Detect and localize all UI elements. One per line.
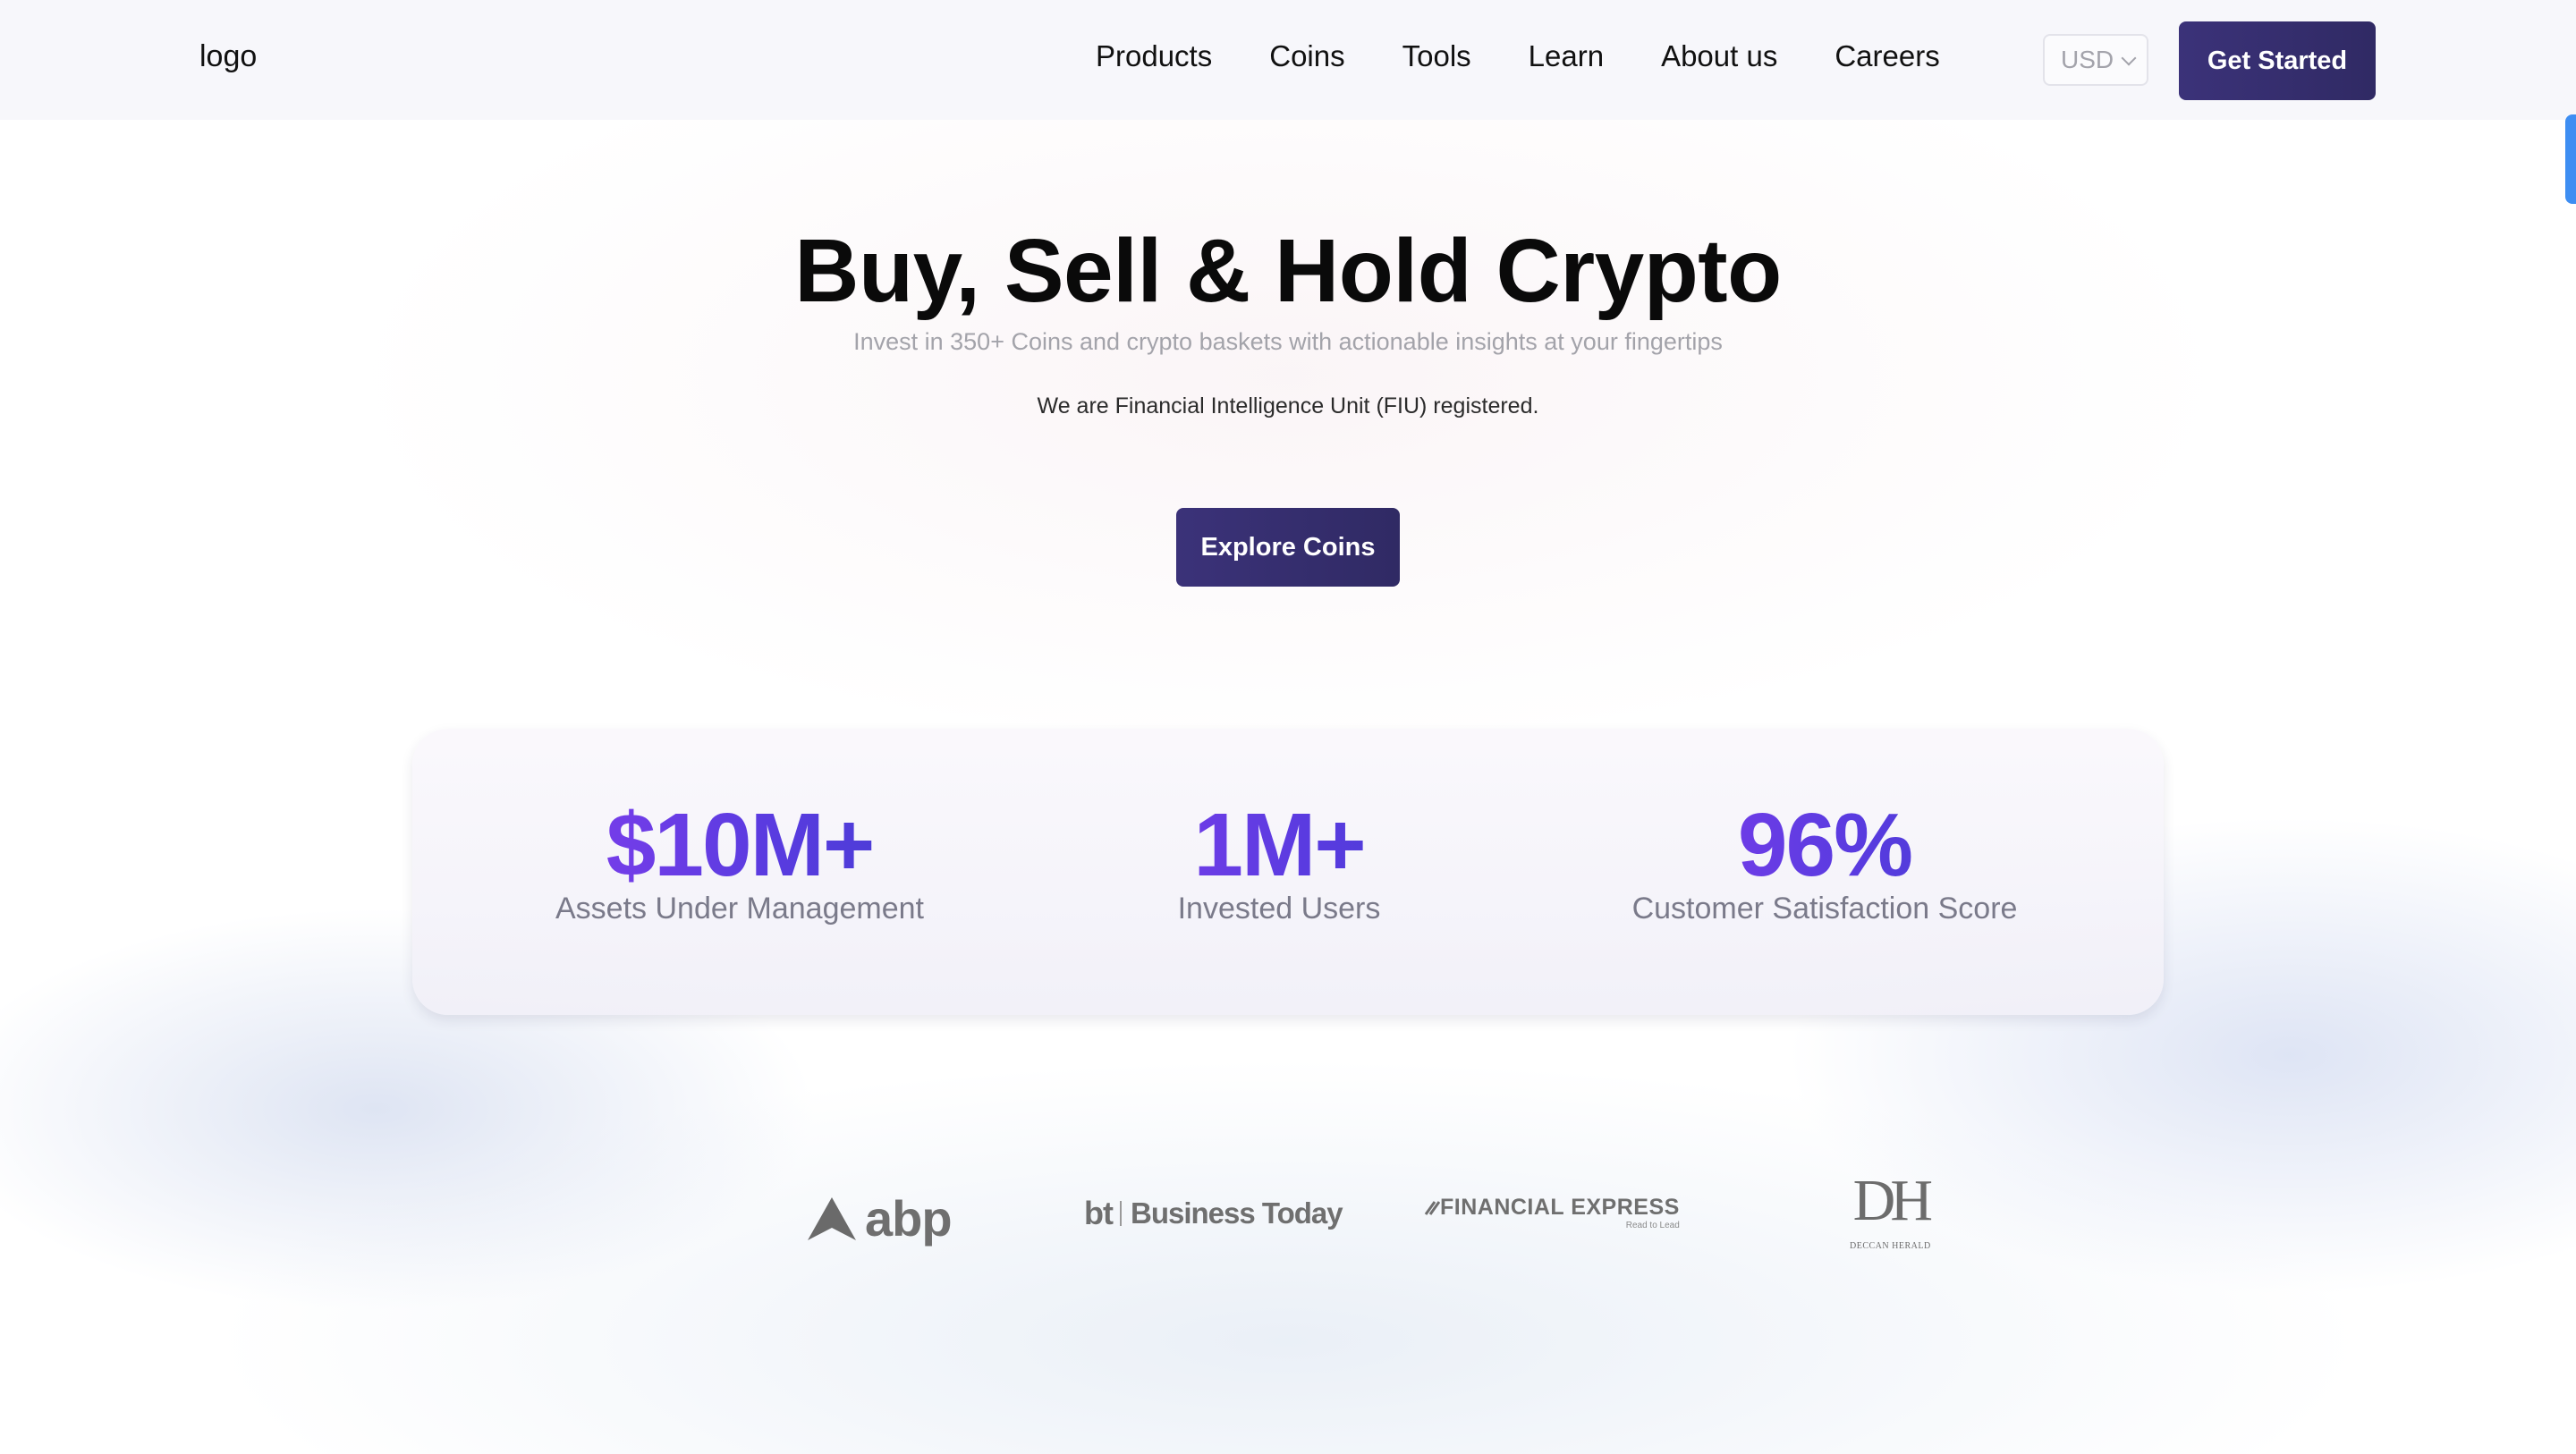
explore-coins-button[interactable]: Explore Coins bbox=[1176, 508, 1400, 587]
fe-slash-icon bbox=[1424, 1200, 1440, 1215]
stat-value: 1M+ bbox=[1011, 800, 1547, 890]
stat-label: Customer Satisfaction Score bbox=[1631, 892, 2018, 926]
currency-select[interactable]: USD bbox=[2043, 34, 2148, 86]
site-logo[interactable]: logo bbox=[199, 39, 257, 74]
dh-monogram: DH bbox=[1852, 1168, 1933, 1233]
abp-triangle-icon bbox=[808, 1196, 856, 1240]
registration-note: We are Financial Intelligence Unit (FIU)… bbox=[1037, 393, 1539, 418]
get-started-button[interactable]: Get Started bbox=[2179, 21, 2376, 100]
financial-express-logo: FINANCIAL EXPRESS Read to Lead bbox=[1424, 1195, 1680, 1230]
stat-satisfaction: 96% Customer Satisfaction Score bbox=[1556, 800, 2093, 926]
stat-assets: $10M+ Assets Under Management bbox=[471, 800, 1008, 926]
nav-link-learn[interactable]: Learn bbox=[1529, 39, 1604, 73]
nav-link-about-us[interactable]: About us bbox=[1661, 39, 1777, 73]
top-navbar: logo Products Coins Tools Learn About us… bbox=[0, 0, 2576, 120]
chevron-down-icon bbox=[2121, 50, 2137, 66]
stat-users: 1M+ Invested Users bbox=[1011, 800, 1547, 926]
stat-value: $10M+ bbox=[471, 800, 1008, 890]
stat-label: Assets Under Management bbox=[555, 892, 924, 926]
nav-link-coins[interactable]: Coins bbox=[1269, 39, 1344, 73]
hero-subtitle: Invest in 350+ Coins and crypto baskets … bbox=[853, 328, 1723, 355]
currency-value: USD bbox=[2061, 46, 2114, 73]
nav-link-products[interactable]: Products bbox=[1096, 39, 1212, 73]
nav-links: Products Coins Tools Learn About us Care… bbox=[1096, 39, 1997, 73]
bt-divider bbox=[1119, 1201, 1122, 1226]
abp-wordmark: abp bbox=[865, 1190, 953, 1247]
stat-label: Invested Users bbox=[1177, 892, 1381, 926]
press-logos: abp bt Business Today FINANCIAL EXPRESS … bbox=[0, 1162, 2576, 1270]
nav-link-careers[interactable]: Careers bbox=[1835, 39, 1939, 73]
deccan-herald-logo: DH DECCAN HERALD bbox=[1850, 1168, 1933, 1252]
bt-wordmark: Business Today bbox=[1130, 1196, 1343, 1230]
dh-wordmark: DECCAN HERALD bbox=[1850, 1241, 1931, 1251]
hero-title: Buy, Sell & Hold Crypto bbox=[794, 221, 1782, 321]
fe-wordmark: FINANCIAL EXPRESS bbox=[1440, 1195, 1680, 1220]
bt-mark: bt bbox=[1084, 1195, 1114, 1231]
abp-logo: abp bbox=[808, 1189, 953, 1247]
business-today-logo: bt Business Today bbox=[1084, 1195, 1343, 1232]
scroll-indicator[interactable] bbox=[2565, 114, 2576, 204]
stat-value: 96% bbox=[1556, 800, 2093, 890]
fe-tagline: Read to Lead bbox=[1625, 1221, 1680, 1230]
nav-link-tools[interactable]: Tools bbox=[1402, 39, 1471, 73]
